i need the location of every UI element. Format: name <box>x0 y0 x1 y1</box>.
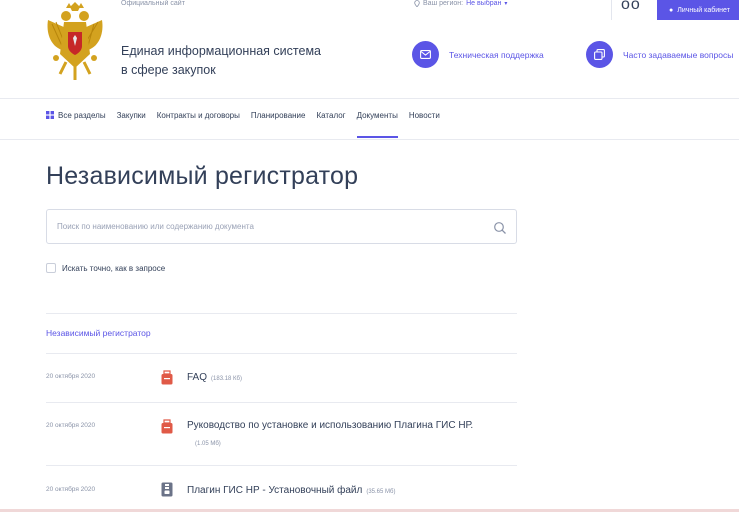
document-date: 20 октября 2020 <box>46 422 96 429</box>
bottom-edge <box>0 509 739 512</box>
document-link[interactable]: Руководство по установке и использованию… <box>187 420 473 431</box>
section-link[interactable]: Независимый регистратор <box>46 328 151 338</box>
site-title-line1: Единая информационная система <box>121 44 321 58</box>
pdf-icon <box>161 419 173 434</box>
nav-label: Каталог <box>316 111 346 120</box>
login-label: Личный кабинет <box>677 6 730 14</box>
region-value[interactable]: Не выбран <box>466 0 501 7</box>
search-input[interactable] <box>57 218 477 234</box>
document-size: (35.65 Мб) <box>366 489 396 495</box>
site-title[interactable]: Единая информационная система в сфере за… <box>121 42 341 80</box>
header-divider <box>0 98 739 99</box>
document-name: Руководство по установке и использованию… <box>187 420 474 431</box>
page-title: Независимый регистратор <box>46 162 359 190</box>
nav-label: Планирование <box>250 111 306 120</box>
nav-divider <box>0 139 739 140</box>
top-divider <box>611 0 612 20</box>
list-divider <box>46 353 517 354</box>
support-label: Техническая поддержка <box>449 49 544 60</box>
nav-label: Новости <box>408 111 440 120</box>
coat-of-arms-logo[interactable] <box>44 2 106 82</box>
nav-item-purchases[interactable]: Закупки <box>117 111 146 139</box>
site-title-line2: в сфере закупок <box>121 63 216 77</box>
login-button[interactable]: ● Личный кабинет <box>657 0 739 20</box>
search-box <box>46 209 517 244</box>
chevron-down-icon: ▾ <box>504 1 508 7</box>
exact-search-option[interactable]: Искать точно, как в запросе <box>46 263 165 273</box>
faq-link[interactable]: Часто задаваемые вопросы <box>586 41 733 68</box>
nav-label: Все разделы <box>58 111 106 120</box>
document-size: (183.18 Кб) <box>211 376 242 382</box>
exact-search-checkbox[interactable] <box>46 263 56 273</box>
top-strip: Официальный сайт Ваш регион: Не выбран ▾… <box>0 0 739 20</box>
main-nav: Все разделы Закупки Контракты и договоры… <box>46 111 451 139</box>
pdf-icon <box>161 370 173 385</box>
document-date: 20 октября 2020 <box>46 486 96 493</box>
document-date: 20 октября 2020 <box>46 373 96 380</box>
region-selector[interactable]: Ваш регион: Не выбран ▾ <box>414 0 507 7</box>
document-name: FAQ <box>187 372 208 383</box>
copy-icon <box>586 41 613 68</box>
exact-search-label: Искать точно, как в запросе <box>62 263 166 273</box>
region-label: Ваш регион: <box>423 0 464 7</box>
nav-item-contracts[interactable]: Контракты и договоры <box>157 111 240 139</box>
location-pin-icon <box>414 0 420 7</box>
archive-icon <box>161 482 173 497</box>
official-site-label: Официальный сайт <box>121 0 185 7</box>
nav-label: Закупки <box>116 111 146 120</box>
user-icon: ● <box>669 6 674 14</box>
document-link[interactable]: FAQ (183.18 Кб) <box>187 372 242 383</box>
document-name: Плагин ГИС НР - Установочный файл <box>187 485 363 496</box>
row-divider <box>46 402 517 403</box>
accessibility-glasses-icon[interactable]: oo <box>621 0 641 14</box>
search-icon[interactable] <box>493 221 507 235</box>
nav-label: Контракты и договоры <box>156 111 240 120</box>
document-size: (1.05 Мб) <box>195 441 221 447</box>
support-link[interactable]: Техническая поддержка <box>412 41 544 68</box>
nav-label: Документы <box>356 111 398 120</box>
nav-item-news[interactable]: Новости <box>409 111 440 139</box>
row-divider <box>46 465 517 466</box>
faq-label: Часто задаваемые вопросы <box>623 49 734 60</box>
nav-item-documents[interactable]: Документы <box>356 111 399 139</box>
document-link[interactable]: Плагин ГИС НР - Установочный файл (35.65 … <box>187 485 395 496</box>
grid-icon <box>46 111 54 119</box>
nav-item-planning[interactable]: Планирование <box>251 111 306 139</box>
nav-item-all-sections[interactable]: Все разделы <box>46 111 106 139</box>
mail-icon <box>412 41 439 68</box>
nav-item-catalog[interactable]: Каталог <box>316 111 345 139</box>
section-divider <box>46 313 517 314</box>
